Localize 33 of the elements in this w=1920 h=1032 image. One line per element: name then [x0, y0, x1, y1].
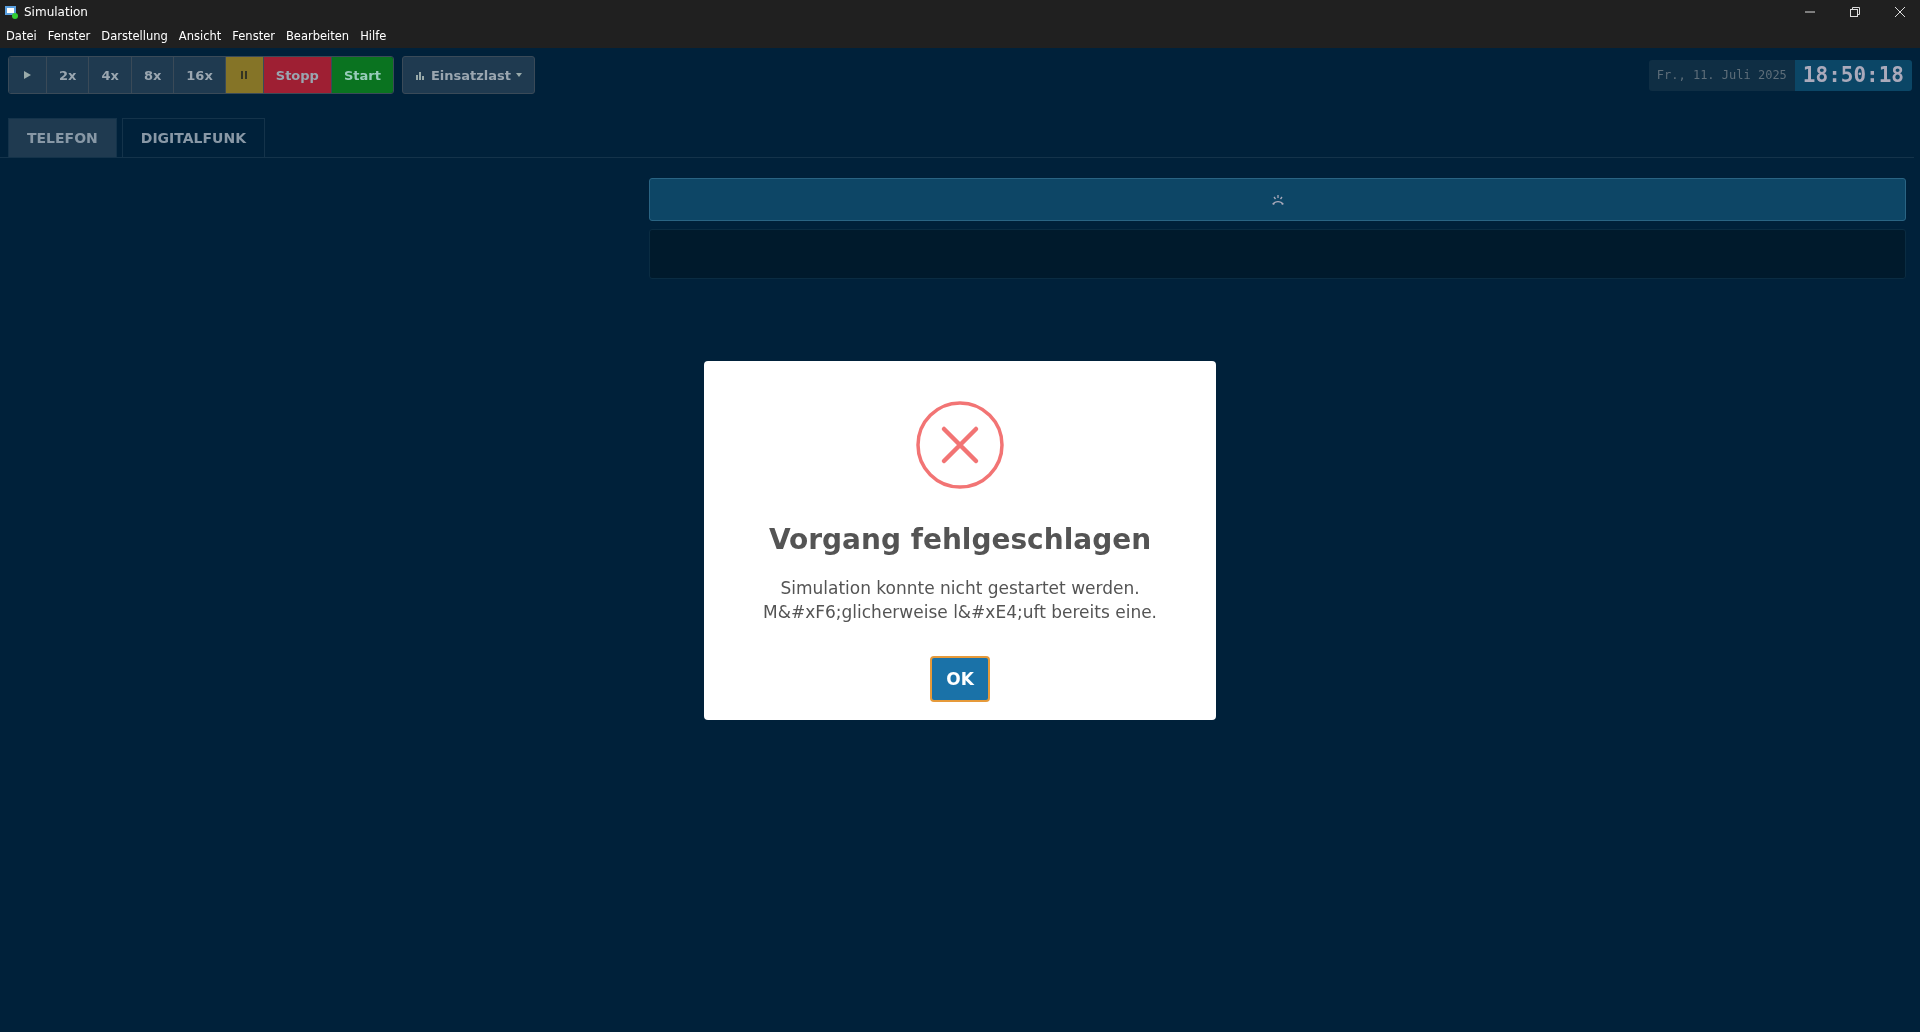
caret-icon — [516, 73, 522, 77]
menu-item[interactable]: Bearbeiten — [285, 29, 350, 43]
play-button[interactable] — [9, 57, 47, 93]
tab[interactable]: DIGITALFUNK — [121, 118, 266, 157]
menu-item[interactable]: Datei — [6, 29, 37, 43]
speed-button[interactable]: 16x — [174, 57, 226, 93]
time-display: 18:50:18 — [1794, 59, 1912, 91]
play-icon — [24, 71, 31, 79]
tab[interactable]: TELEFON — [8, 118, 117, 157]
menu-item[interactable]: Fenster — [232, 29, 275, 43]
pause-button[interactable] — [225, 57, 264, 93]
close-icon[interactable] — [1894, 6, 1906, 18]
chart-icon — [414, 69, 426, 81]
speed-button[interactable]: 4x — [89, 57, 132, 93]
menu-item[interactable]: Fenster — [47, 29, 91, 43]
date-display: Fr., 11. Juli 2025 — [1648, 59, 1795, 91]
load-dropdown[interactable]: Einsatzlast — [401, 56, 535, 94]
dialog-message: Simulation konnte nicht gestartet werden. M&#xF6;glicherweise l&#xE4;uft bereits eine. — [762, 577, 1158, 624]
app-icon — [4, 5, 18, 19]
menu-item[interactable]: Darstellung — [101, 29, 168, 43]
menu-item[interactable]: Ansicht — [178, 29, 222, 43]
speed-button[interactable]: 2x — [47, 57, 90, 93]
start-button[interactable]: Start — [331, 57, 393, 93]
phone-ringing-icon — [1270, 193, 1285, 206]
error-icon — [916, 401, 1004, 489]
restore-icon[interactable] — [1849, 6, 1861, 18]
speed-button[interactable]: 8x — [131, 57, 175, 93]
menu-item[interactable]: Hilfe — [360, 29, 387, 43]
pause-icon — [241, 71, 248, 79]
stop-button[interactable]: Stopp — [263, 57, 332, 93]
ok-button[interactable]: OK — [930, 656, 990, 702]
dialog-title: Vorgang fehlgeschlagen — [768, 523, 1152, 556]
window-title: Simulation — [24, 5, 88, 19]
